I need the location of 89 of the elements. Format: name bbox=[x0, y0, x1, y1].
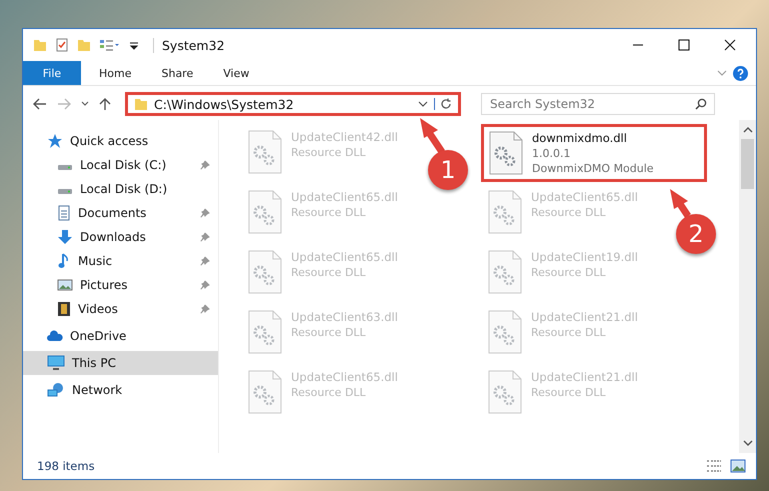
sidebar-item[interactable]: Downloads bbox=[23, 225, 218, 249]
file-name: UpdateClient65.dll bbox=[291, 370, 398, 384]
file-detail: Resource DLL bbox=[291, 146, 367, 159]
pin-icon[interactable] bbox=[200, 256, 210, 266]
scroll-up-icon[interactable] bbox=[742, 126, 752, 133]
pin-icon[interactable] bbox=[200, 160, 210, 170]
cloud-icon bbox=[47, 330, 63, 342]
sidebar-item[interactable]: OneDrive bbox=[23, 324, 218, 348]
help-icon[interactable] bbox=[733, 66, 748, 80]
maximize-icon[interactable] bbox=[678, 39, 690, 51]
expand-ribbon-icon[interactable] bbox=[717, 69, 727, 77]
file-detail: Resource DLL bbox=[531, 266, 607, 279]
drive-icon bbox=[57, 188, 73, 194]
gear-file-icon bbox=[487, 370, 523, 414]
up-arrow-icon[interactable] bbox=[99, 97, 111, 111]
ribbon-tab[interactable]: Share bbox=[149, 66, 206, 80]
monitor-icon bbox=[47, 355, 65, 371]
close-icon[interactable] bbox=[724, 39, 736, 51]
picture-icon bbox=[57, 278, 73, 292]
gear-file-icon bbox=[487, 310, 523, 354]
sidebar-item[interactable]: Network bbox=[23, 378, 218, 402]
file-detail: Resource DLL bbox=[291, 206, 367, 219]
sidebar-item[interactable]: Videos bbox=[23, 297, 218, 321]
search-field[interactable]: Search System32 bbox=[481, 93, 715, 115]
film-icon bbox=[57, 301, 71, 317]
sidebar-item[interactable]: Music bbox=[23, 249, 218, 273]
file-detail: 1.0.0.1 bbox=[532, 147, 572, 160]
address-path: C:\Windows\System32 bbox=[154, 96, 295, 112]
file-detail: Resource DLL bbox=[291, 266, 367, 279]
annotation-arrow bbox=[420, 118, 445, 154]
file-name: UpdateClient63.dll bbox=[291, 310, 398, 324]
pin-icon[interactable] bbox=[200, 280, 210, 290]
gear-file-icon bbox=[487, 190, 523, 234]
gear-file-icon bbox=[247, 370, 283, 414]
view-menu-icon[interactable] bbox=[99, 38, 121, 52]
scroll-down-icon[interactable] bbox=[742, 440, 752, 447]
music-note-icon bbox=[57, 253, 71, 269]
sidebar-item[interactable]: This PC bbox=[23, 351, 218, 375]
properties-icon[interactable] bbox=[55, 38, 69, 52]
sidebar-item[interactable]: Documents bbox=[23, 201, 218, 225]
file-name: UpdateClient65.dll bbox=[291, 250, 398, 264]
gear-file-icon bbox=[247, 310, 283, 354]
gear-file-icon bbox=[247, 130, 283, 174]
pin-icon[interactable] bbox=[200, 304, 210, 314]
drive-icon bbox=[57, 164, 73, 170]
sidebar-item[interactable]: Quick access bbox=[23, 129, 218, 153]
refresh-icon[interactable] bbox=[434, 98, 452, 110]
star-icon bbox=[47, 133, 63, 149]
annotation-arrow bbox=[670, 189, 691, 218]
file-name: UpdateClient65.dll bbox=[531, 190, 638, 204]
sidebar-item[interactable]: Local Disk (D:) bbox=[23, 177, 218, 201]
file-detail: Resource DLL bbox=[531, 326, 607, 339]
sidebar-item[interactable]: Local Disk (C:) bbox=[23, 153, 218, 177]
folder-icon bbox=[134, 97, 148, 111]
file-detail: DownmixDMO Module bbox=[532, 162, 654, 175]
sidebar-item[interactable]: Pictures bbox=[23, 273, 218, 297]
scrollbar-thumb[interactable] bbox=[741, 139, 754, 189]
file-name: UpdateClient65.dll bbox=[291, 190, 398, 204]
large-icons-view-icon[interactable] bbox=[730, 459, 746, 473]
file-name: UpdateClient21.dll bbox=[531, 310, 638, 324]
gear-file-icon bbox=[247, 190, 283, 234]
pin-icon[interactable] bbox=[200, 208, 210, 218]
gear-file-icon bbox=[247, 250, 283, 294]
file-name: UpdateClient42.dll bbox=[291, 130, 398, 144]
details-view-icon[interactable] bbox=[706, 459, 722, 473]
address-bar[interactable]: C:\Windows\System32 bbox=[125, 92, 461, 116]
file-detail: Resource DLL bbox=[291, 386, 367, 399]
file-tab[interactable]: File bbox=[23, 61, 81, 85]
pin-icon[interactable] bbox=[200, 232, 210, 242]
search-icon bbox=[695, 98, 707, 110]
file-detail: Resource DLL bbox=[291, 326, 367, 339]
file-name: UpdateClient19.dll bbox=[531, 250, 638, 264]
file-name: downmixdmo.dll bbox=[532, 131, 628, 145]
window-title: System32 bbox=[153, 38, 225, 52]
ribbon-tab[interactable]: View bbox=[211, 66, 262, 80]
item-count: 198 items bbox=[37, 459, 95, 473]
file-detail: Resource DLL bbox=[531, 386, 607, 399]
gear-file-icon bbox=[488, 131, 524, 175]
file-item[interactable]: downmixdmo.dll 1.0.0.1 DownmixDMO Module bbox=[481, 124, 707, 182]
network-icon bbox=[47, 382, 65, 398]
ribbon-tab[interactable]: Home bbox=[87, 66, 144, 80]
document-icon bbox=[57, 205, 71, 221]
gear-file-icon bbox=[487, 250, 523, 294]
file-name: UpdateClient21.dll bbox=[531, 370, 638, 384]
back-arrow-icon[interactable] bbox=[33, 98, 47, 110]
file-detail: Resource DLL bbox=[531, 206, 607, 219]
recent-dropdown-icon[interactable] bbox=[81, 101, 89, 107]
dropdown-chevron-icon[interactable] bbox=[418, 100, 428, 108]
down-arrow-icon bbox=[57, 229, 73, 245]
